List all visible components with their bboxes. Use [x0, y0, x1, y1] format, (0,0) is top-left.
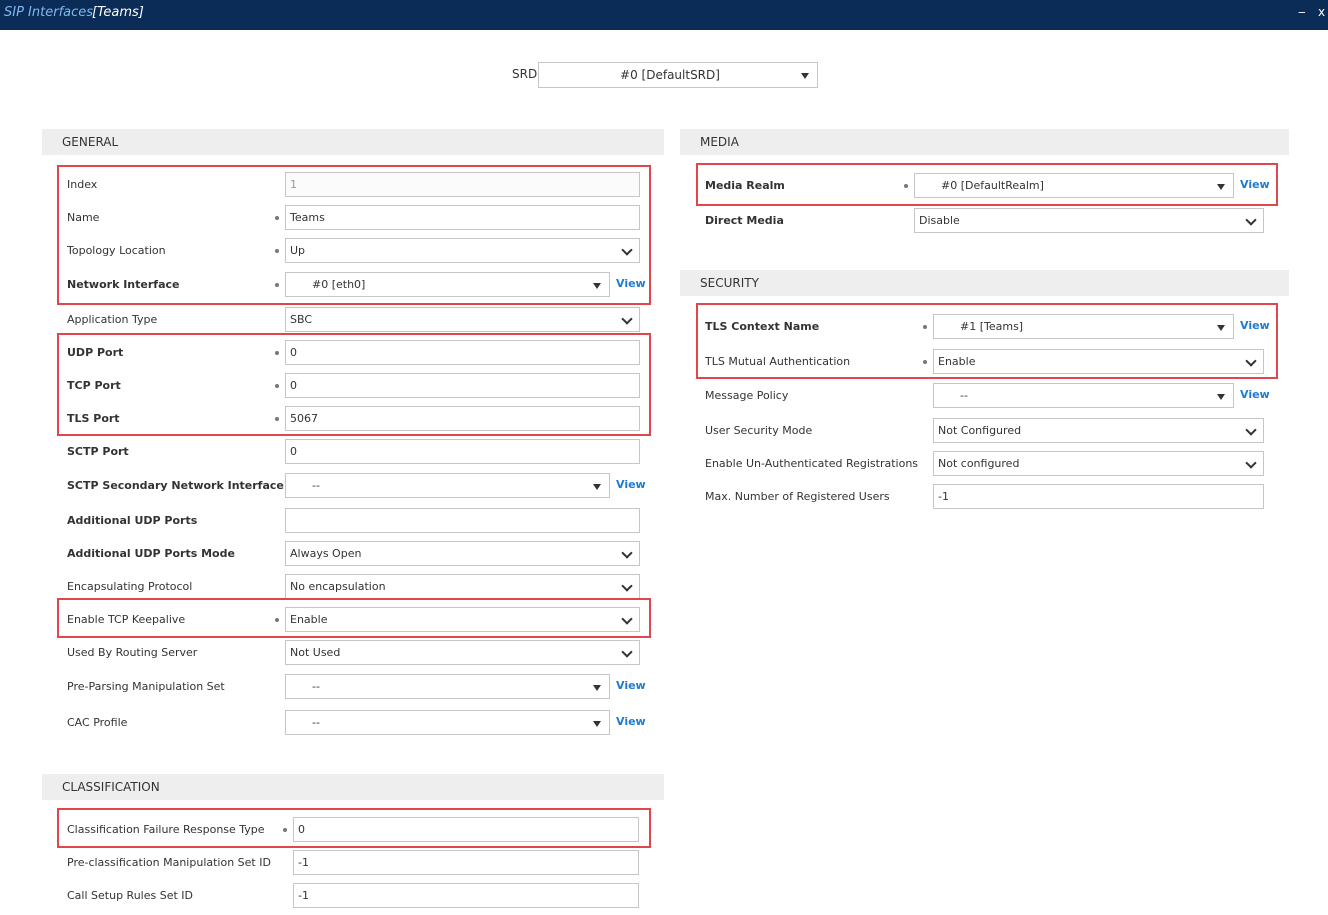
cac-profile-label: CAC Profile	[67, 716, 128, 729]
unauth-registrations-select[interactable]: Not configured	[933, 451, 1264, 476]
unauth-registrations-label: Enable Un-Authenticated Registrations	[705, 457, 919, 470]
additional-udp-ports-mode-select[interactable]: Always Open	[285, 541, 640, 566]
max-registered-users-input[interactable]: -1	[933, 484, 1264, 509]
window-subtitle: [Teams]	[92, 5, 144, 20]
security-section-header: SECURITY	[680, 270, 1289, 296]
user-security-mode-label: User Security Mode	[705, 424, 813, 437]
used-by-routing-server-select[interactable]: Not Used	[285, 640, 640, 665]
cac-profile-view-link[interactable]: View	[616, 715, 646, 728]
application-type-select[interactable]: SBC	[285, 307, 640, 332]
additional-udp-ports-label: Additional UDP Ports	[67, 514, 198, 527]
highlight-box	[57, 165, 651, 305]
sctp-secondary-interface-label: SCTP Secondary Network Interface	[67, 479, 284, 492]
window-title: SIP Interfaces	[4, 5, 94, 20]
additional-udp-ports-mode-label: Additional UDP Ports Mode	[67, 547, 235, 560]
srd-select[interactable]: #0 [DefaultSRD]	[538, 62, 818, 88]
call-setup-rules-label: Call Setup Rules Set ID	[67, 889, 193, 902]
sctp-secondary-view-link[interactable]: View	[616, 478, 646, 491]
highlight-box	[696, 303, 1278, 379]
used-by-routing-server-label: Used By Routing Server	[67, 646, 198, 659]
pre-parsing-manipulation-select[interactable]: --	[285, 674, 610, 699]
message-policy-select[interactable]: --	[933, 383, 1234, 408]
highlight-box	[696, 163, 1278, 206]
sctp-port-label: SCTP Port	[67, 445, 129, 458]
highlight-box	[57, 808, 651, 848]
message-policy-view-link[interactable]: View	[1240, 388, 1270, 401]
direct-media-select[interactable]: Disable	[914, 208, 1264, 233]
classification-section-header: CLASSIFICATION	[42, 774, 664, 800]
max-registered-users-label: Max. Number of Registered Users	[705, 490, 890, 503]
pre-parsing-manipulation-label: Pre-Parsing Manipulation Set	[67, 680, 225, 693]
cac-profile-select[interactable]: --	[285, 710, 610, 735]
sctp-secondary-interface-select[interactable]: --	[285, 473, 610, 498]
pre-classification-label: Pre-classification Manipulation Set ID	[67, 856, 271, 869]
close-icon[interactable]: x	[1318, 5, 1325, 19]
pre-classification-input[interactable]: -1	[293, 850, 639, 875]
user-security-mode-select[interactable]: Not Configured	[933, 418, 1264, 443]
general-section-header: GENERAL	[42, 129, 664, 155]
sctp-port-input[interactable]: 0	[285, 439, 640, 464]
call-setup-rules-input[interactable]: -1	[293, 883, 639, 908]
media-section-header: MEDIA	[680, 129, 1289, 155]
encapsulating-protocol-select[interactable]: No encapsulation	[285, 574, 640, 599]
minimize-icon[interactable]: ‒	[1298, 5, 1306, 19]
highlight-box	[57, 598, 651, 638]
window-titlebar: SIP Interfaces [Teams] ‒ x	[0, 0, 1328, 30]
message-policy-label: Message Policy	[705, 389, 789, 402]
highlight-box	[57, 333, 651, 436]
encapsulating-protocol-label: Encapsulating Protocol	[67, 580, 193, 593]
pre-parsing-view-link[interactable]: View	[616, 679, 646, 692]
application-type-label: Application Type	[67, 313, 158, 326]
srd-label: SRD	[512, 67, 538, 81]
additional-udp-ports-input[interactable]	[285, 508, 640, 533]
direct-media-label: Direct Media	[705, 214, 784, 227]
